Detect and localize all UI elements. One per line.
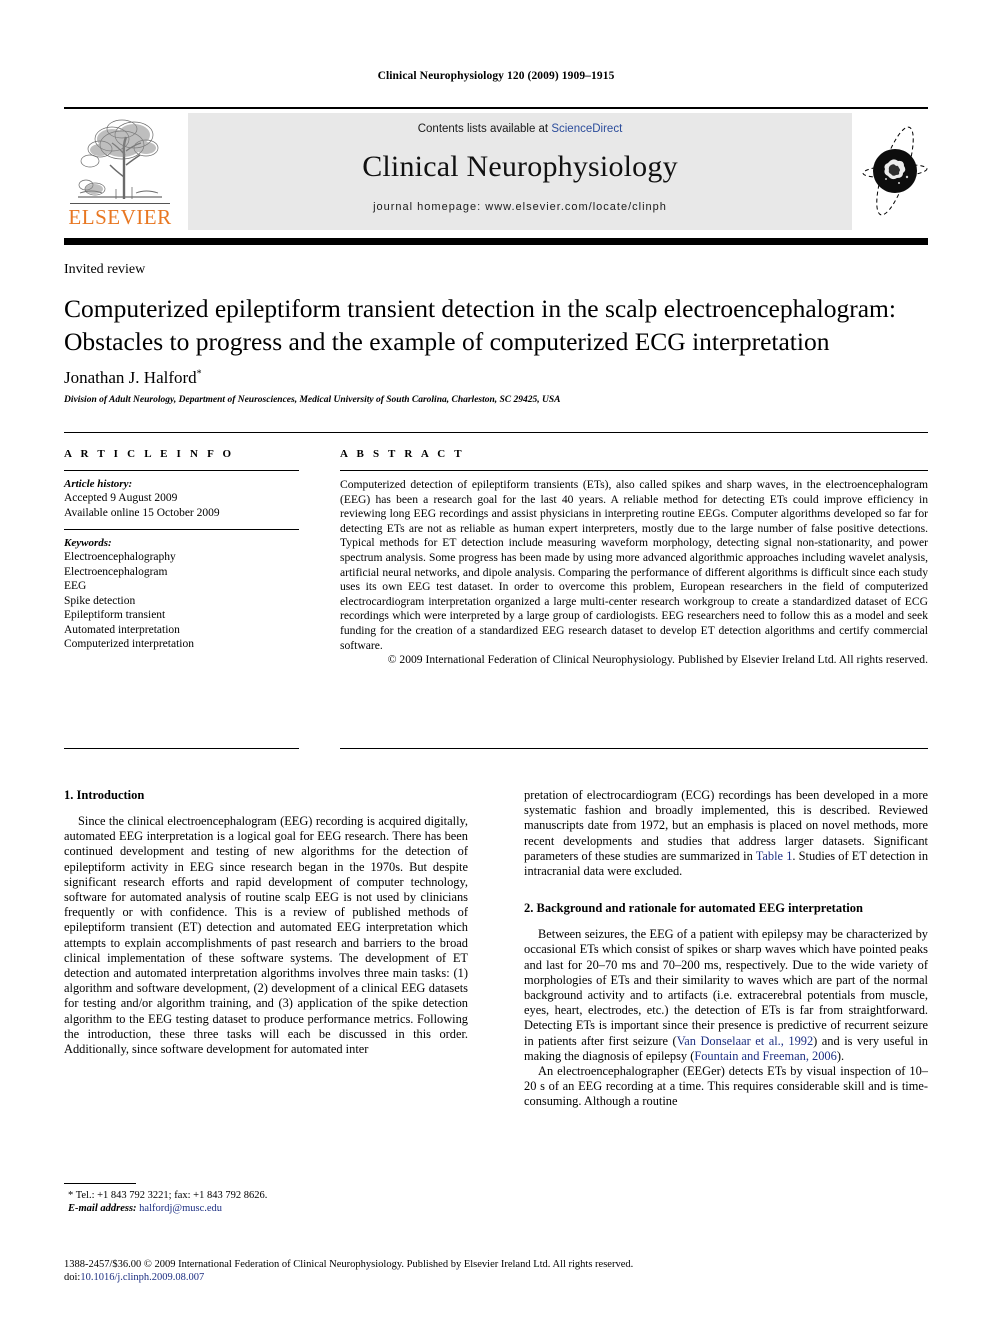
intro-paragraph-1: Since the clinical electroencephalogram … [64, 814, 468, 1057]
masthead-top-rule [64, 107, 928, 109]
keyword-item: Automated interpretation [64, 623, 180, 636]
keywords-label: Keywords: [64, 537, 112, 549]
article-history-online: Available online 15 October 2009 [64, 506, 220, 519]
running-head: Clinical Neurophysiology 120 (2009) 1909… [377, 70, 615, 82]
article-history-label: Article history: [64, 478, 133, 490]
footnote-email-link[interactable]: halfordj@musc.edu [139, 1203, 222, 1214]
journal-emblem-icon [862, 126, 928, 216]
section-heading-introduction: 1. Introduction [64, 788, 145, 802]
masthead-thick-bar [64, 238, 928, 245]
footnote-email-line: E-mail address: halfordj@musc.edu [64, 1202, 468, 1215]
footer-copyright-line: 1388-2457/$36.00 © 2009 International Fe… [64, 1259, 634, 1270]
page-footer: 1388-2457/$36.00 © 2009 International Fe… [64, 1258, 928, 1284]
keywords-rule [64, 529, 299, 530]
author-name: Jonathan J. Halford* [64, 368, 202, 388]
author-footnote: * Tel.: +1 843 792 3221; fax: +1 843 792… [64, 1183, 468, 1215]
keyword-item: Spike detection [64, 594, 136, 607]
article-title: Computerized epileptiform transient dete… [64, 294, 896, 356]
elsevier-wordmark: ELSEVIER [68, 205, 172, 229]
keyword-item: EEG [64, 580, 87, 592]
article-info-column: A R T I C L E I N F O Article history: A… [64, 448, 299, 652]
background-paragraph-1: Between seizures, the EEG of a patient w… [524, 927, 928, 1064]
contents-lists-line: Contents lists available at ScienceDirec… [188, 123, 852, 135]
abstract-heading: A B S T R A C T [340, 448, 465, 460]
masthead-gray-box: Contents lists available at ScienceDirec… [188, 113, 852, 230]
footnote-contact-line: * Tel.: +1 843 792 3221; fax: +1 843 792… [64, 1189, 468, 1202]
keyword-item: Electroencephalography [64, 551, 176, 563]
abstract-copyright: © 2009 International Federation of Clini… [387, 653, 928, 667]
elsevier-tree-icon [78, 119, 162, 199]
contents-prefix: Contents lists available at [417, 123, 552, 135]
info-band-bottom-rule-right [340, 748, 928, 749]
section-heading-background: 2. Background and rationale for automate… [524, 901, 863, 916]
article-history-accepted: Accepted 9 August 2009 [64, 492, 178, 504]
elsevier-logo-baseline [70, 203, 170, 204]
keyword-item: Computerized interpretation [64, 638, 194, 650]
journal-title: Clinical Neurophysiology [362, 150, 678, 183]
abstract-body: Computerized detection of epileptiform t… [340, 478, 928, 652]
background-par1-text-c: ). [836, 1048, 845, 1063]
citation-link-fountain-freeman[interactable]: Fountain and Freeman, 2006 [694, 1049, 836, 1063]
background-paragraph-2: An electroencephalographer (EEGer) detec… [524, 1064, 928, 1109]
journal-masthead: ELSEVIER Contents lists available at Sci… [64, 113, 928, 230]
footnote-marker-icon: * [68, 1190, 74, 1201]
footnote-email-label: E-mail address: [68, 1203, 137, 1214]
keyword-item: Epileptiform transient [64, 609, 166, 621]
abstract-column: A B S T R A C T Computerized detection o… [340, 448, 928, 668]
journal-homepage-line[interactable]: journal homepage: www.elsevier.com/locat… [188, 201, 852, 213]
article-type-label: Invited review [64, 262, 146, 277]
keywords-list: Electroencephalography Electroencephalog… [64, 550, 299, 652]
doi-link[interactable]: 10.1016/j.clinph.2009.08.007 [80, 1272, 204, 1283]
doi-prefix: doi: [64, 1272, 81, 1283]
table-1-link[interactable]: Table 1 [756, 849, 793, 863]
footnote-rule [64, 1183, 136, 1184]
body-column-right: pretation of electrocardiogram (ECG) rec… [524, 788, 928, 1110]
background-par1-text-a: Between seizures, the EEG of a patient w… [524, 927, 928, 1048]
author-affiliation: Division of Adult Neurology, Department … [64, 395, 561, 405]
body-column-left: 1. Introduction Since the clinical elect… [64, 788, 468, 1057]
author-name-text: Jonathan J. Halford [64, 368, 197, 387]
footnote-contact-text: Tel.: +1 843 792 3221; fax: +1 843 792 8… [75, 1190, 268, 1201]
footer-doi-line: doi:10.1016/j.clinph.2009.08.007 [64, 1271, 928, 1284]
intro-paragraph-2: pretation of electrocardiogram (ECG) rec… [524, 788, 928, 879]
sciencedirect-link[interactable]: ScienceDirect [551, 123, 622, 135]
citation-link-van-donselaar[interactable]: Van Donselaar et al., 1992 [677, 1034, 813, 1048]
article-info-heading: A R T I C L E I N F O [64, 448, 235, 460]
keyword-item: Electroencephalogram [64, 565, 168, 578]
info-band-top-rule [64, 432, 928, 433]
journal-article-page: Clinical Neurophysiology 120 (2009) 1909… [0, 0, 992, 1323]
info-band-bottom-rule-left [64, 748, 299, 749]
article-info-rule [64, 470, 299, 471]
elsevier-logo[interactable]: ELSEVIER [64, 113, 176, 230]
author-footnote-marker[interactable]: * [197, 368, 202, 379]
abstract-rule [340, 470, 928, 471]
